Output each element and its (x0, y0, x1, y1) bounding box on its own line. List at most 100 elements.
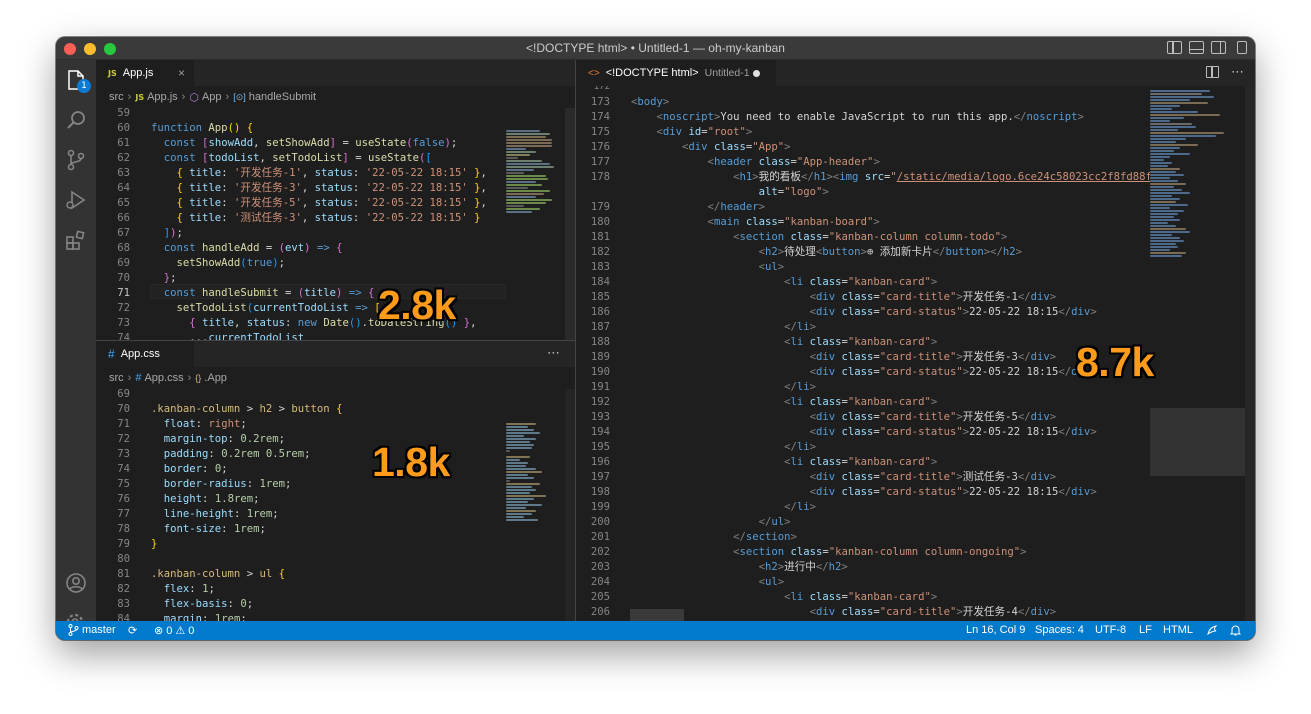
minimap[interactable] (506, 389, 568, 621)
code-area[interactable]: 69 70 .kanban-column > h2 > button { 71 f… (96, 387, 506, 621)
code-line: 203 <h2>进行中</h2> (576, 560, 1150, 575)
css-file-icon: # (135, 372, 142, 384)
code-line: 83 flex-basis: 0; (96, 597, 506, 612)
line-number: 187 (590, 321, 610, 333)
more-actions-icon[interactable]: ⋯ (547, 346, 561, 361)
code-line: 186 <div class="card-status">22-05-22 18… (576, 305, 1150, 320)
code-line: 67 ]); (96, 226, 506, 241)
breadcrumb-symbol[interactable]: handleSubmit (249, 91, 316, 103)
branch-name: master (82, 624, 116, 636)
line-number: 66 (117, 212, 130, 224)
breadcrumb-symbol[interactable]: App (202, 91, 222, 103)
breadcrumb-file[interactable]: App.js (147, 91, 178, 103)
code-line: 197 <div class="card-title">测试任务-3</div> (576, 470, 1150, 485)
line-number: 80 (117, 553, 130, 565)
customize-layout-icon[interactable] (1237, 41, 1247, 54)
code-line: 78 font-size: 1rem; (96, 522, 506, 537)
chevron-right-icon: › (181, 91, 186, 103)
account-icon[interactable] (64, 571, 88, 595)
search-icon[interactable] (64, 108, 88, 132)
line-number: 186 (590, 306, 610, 318)
code-line: 185 <div class="card-title">开发任务-1</div> (576, 290, 1150, 305)
code-line: 191 </li> (576, 380, 1150, 395)
activity-bar: 1 (56, 60, 96, 633)
code-line: 179 </header> (576, 200, 1150, 215)
unsaved-dot-icon[interactable] (753, 70, 760, 77)
toggle-secondary-sidebar-icon[interactable] (1211, 41, 1226, 54)
code-line: 183 <ul> (576, 260, 1150, 275)
code-line: 198 <div class="card-status">22-05-22 18… (576, 485, 1150, 500)
code-line: 178 <h1>我的看板</h1><img src="/static/media… (576, 170, 1184, 185)
error-icon: ⊗ (154, 625, 164, 637)
code-line: 200 </ul> (576, 515, 1150, 530)
line-number: 193 (590, 411, 610, 423)
line-number: 205 (590, 591, 610, 603)
minimap-slider[interactable] (1150, 408, 1245, 476)
extensions-icon[interactable] (64, 228, 88, 252)
line-number: 71 (117, 287, 130, 299)
run-debug-icon[interactable] (64, 188, 88, 212)
code-line: 62 const [todoList, setTodoList] = useSt… (96, 151, 506, 166)
encoding[interactable]: UTF-8 (1095, 624, 1126, 636)
cursor-position[interactable]: Ln 16, Col 9 (966, 624, 1025, 636)
line-number: 200 (590, 516, 610, 528)
chevron-right-icon: › (127, 91, 132, 103)
horizontal-scrollbar-thumb[interactable] (630, 609, 684, 621)
breadcrumb-folder[interactable]: src (109, 372, 124, 384)
tab-app-js[interactable]: JS App.js × (96, 60, 194, 86)
problems-indicator[interactable]: ⊗ 0 ⚠ 0 (154, 624, 194, 638)
git-branch-icon (68, 624, 79, 636)
code-line: 181 <section class="kanban-column column… (576, 230, 1150, 245)
source-control-icon[interactable] (64, 148, 88, 172)
code-line: 177 <header class="App-header"> (576, 155, 1150, 170)
line-number: 71 (117, 418, 130, 430)
layout-controls (1167, 41, 1247, 54)
language-mode[interactable]: HTML (1163, 624, 1193, 636)
feedback-icon[interactable] (1206, 624, 1218, 636)
tab-app-css[interactable]: # App.css (96, 341, 194, 367)
breadcrumb-symbol[interactable]: .App (204, 372, 227, 384)
minimap[interactable] (1150, 86, 1245, 621)
line-number: 192 (590, 396, 610, 408)
code-line: 64 { title: '开发任务-3', status: '22-05-22 … (96, 181, 506, 196)
vertical-scrollbar[interactable] (565, 389, 575, 621)
code-line: 195 </li> (576, 440, 1150, 455)
toggle-panel-icon[interactable] (1189, 41, 1204, 54)
tab-untitled-html[interactable]: <> <!DOCTYPE html> Untitled-1 (576, 60, 776, 86)
more-actions-icon[interactable]: ⋯ (1231, 65, 1245, 80)
code-line: 77 line-height: 1rem; (96, 507, 506, 522)
line-ending[interactable]: LF (1139, 624, 1152, 636)
split-editor-icon[interactable] (1206, 66, 1219, 78)
indentation[interactable]: Spaces: 4 (1035, 624, 1084, 636)
size-annotation: 1.8k (372, 439, 450, 485)
line-number: 188 (590, 336, 610, 348)
selector-symbol-icon: {} (195, 373, 202, 383)
vertical-scrollbar[interactable] (565, 108, 575, 340)
chevron-right-icon: › (127, 372, 132, 384)
toggle-sidebar-icon[interactable] (1167, 41, 1182, 54)
code-line: 194 <div class="card-status">22-05-22 18… (576, 425, 1150, 440)
code-area[interactable]: 172 173 <body> 174 <noscript>You need to … (576, 86, 1184, 620)
sync-icon[interactable]: ⟳ (128, 624, 137, 637)
line-number: 77 (117, 508, 130, 520)
vertical-scrollbar[interactable] (1245, 86, 1255, 621)
notifications-bell-icon[interactable] (1230, 624, 1241, 636)
code-line: 188 <li class="kanban-card"> (576, 335, 1150, 350)
minimap[interactable] (506, 108, 568, 340)
explorer-badge: 1 (77, 79, 91, 93)
line-number: 73 (117, 317, 130, 329)
close-tab-button[interactable]: × (178, 66, 185, 80)
line-number: 173 (590, 96, 610, 108)
line-number: 197 (590, 471, 610, 483)
breadcrumb-file[interactable]: App.css (144, 372, 183, 384)
line-number: 206 (590, 606, 610, 618)
branch-indicator[interactable]: master (68, 624, 116, 636)
code-line: 81 .kanban-column > ul { (96, 567, 506, 582)
line-number: 179 (590, 201, 610, 213)
line-number: 73 (117, 448, 130, 460)
breadcrumb-folder[interactable]: src (109, 91, 124, 103)
tab-bar: JS App.js × (96, 60, 575, 86)
line-number: 189 (590, 351, 610, 363)
code-line: 80 (96, 552, 506, 567)
line-number: 69 (117, 257, 130, 269)
